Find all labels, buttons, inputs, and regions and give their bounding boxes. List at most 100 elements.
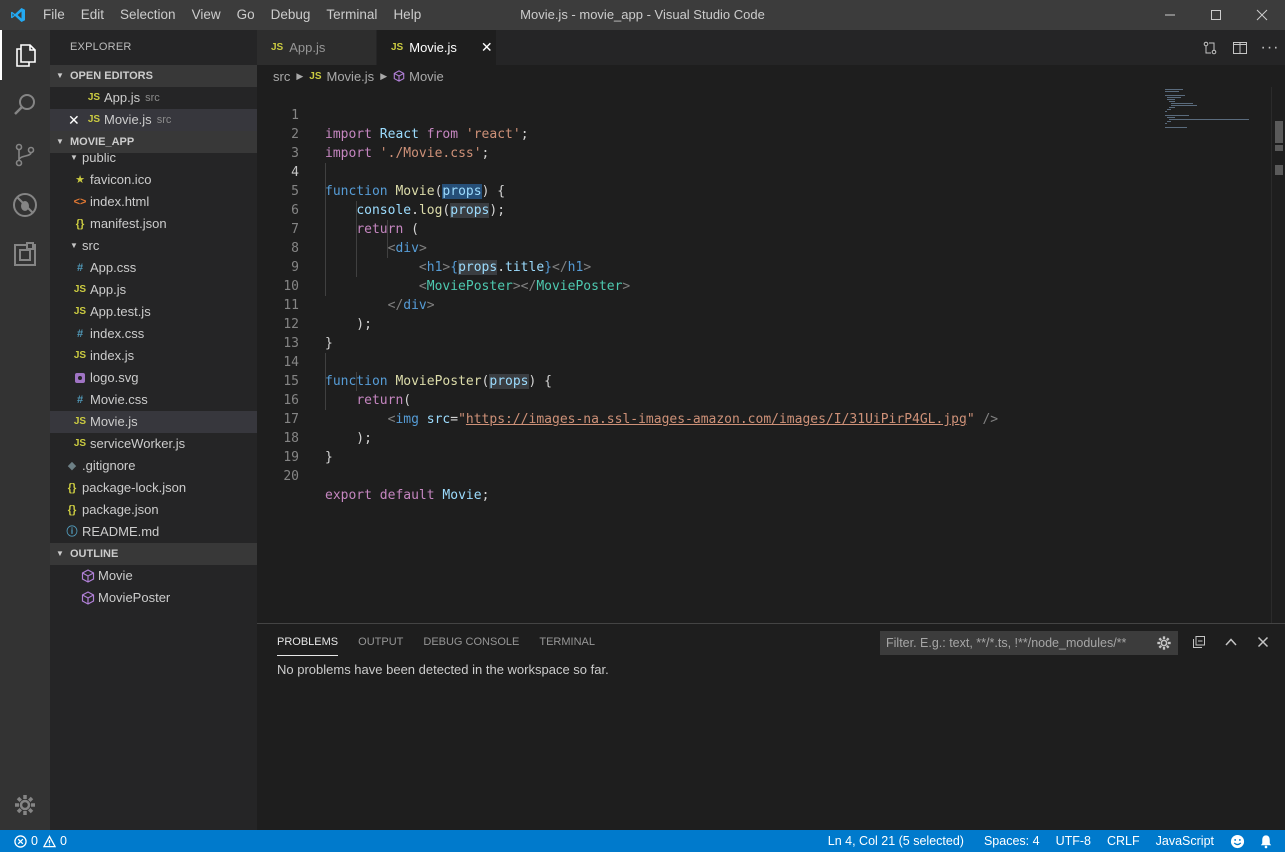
open-changes-button[interactable] (1195, 40, 1225, 56)
tree-file[interactable]: # Movie.css (50, 389, 257, 411)
tab-terminal[interactable]: TERMINAL (539, 629, 595, 655)
close-icon[interactable]: ✕ (68, 109, 86, 131)
code-line: 14 function MoviePoster(props) { (257, 334, 552, 389)
menu-edit[interactable]: Edit (73, 0, 112, 30)
tree-file[interactable]: JS index.js (50, 345, 257, 367)
json-file-icon: {} (67, 504, 77, 516)
project-header[interactable]: ▼ MOVIE_APP (50, 131, 257, 153)
tree-file[interactable]: # index.css (50, 323, 257, 345)
menu-file[interactable]: File (35, 0, 73, 30)
close-panel-button[interactable] (1247, 630, 1279, 654)
indentation[interactable]: Spaces: 4 (977, 830, 1047, 852)
tree-file[interactable]: JS serviceWorker.js (50, 433, 257, 455)
tree-file[interactable]: <> index.html (50, 191, 257, 213)
minimap[interactable] (1161, 87, 1261, 147)
section-label: MOVIE_APP (70, 136, 135, 148)
tab-app-js[interactable]: JS App.js (257, 30, 377, 65)
code-line: 4 function Movie(props) { (257, 144, 505, 199)
tree-file[interactable]: {} package-lock.json (50, 477, 257, 499)
more-actions-button[interactable]: ··· (1255, 39, 1285, 57)
tree-file[interactable]: ◆ .gitignore (50, 455, 257, 477)
tab-debug-console[interactable]: DEBUG CONSOLE (423, 629, 519, 655)
tree-file[interactable]: # App.css (50, 257, 257, 279)
code-editor[interactable]: 1 import React from 'react'; 2 import '.… (257, 87, 1285, 623)
feedback-button[interactable] (1223, 834, 1252, 849)
chevron-right-icon: ▶ (380, 70, 388, 81)
json-file-icon: {} (67, 482, 77, 494)
css-file-icon: # (76, 262, 84, 274)
extensions-icon (14, 242, 36, 266)
collapse-all-button[interactable] (1183, 630, 1215, 654)
js-file-icon: JS (73, 416, 87, 427)
problems-filter-input[interactable]: Filter. E.g.: text, **/*.ts, !**/node_mo… (880, 631, 1178, 655)
code-line: 13 (257, 315, 299, 351)
code-line: 11 ); (257, 277, 372, 332)
maximize-panel-button[interactable] (1215, 630, 1247, 654)
code-line: 20 export default Movie; (257, 448, 489, 503)
tree-folder-src[interactable]: ▼ src (50, 235, 257, 257)
breadcrumb-folder[interactable]: src (273, 69, 290, 84)
menu-go[interactable]: Go (229, 0, 263, 30)
breadcrumb-symbol[interactable]: Movie (409, 69, 444, 84)
open-editors-header[interactable]: ▼ OPEN EDITORS (50, 65, 257, 87)
menu-debug[interactable]: Debug (263, 0, 319, 30)
outline-item[interactable]: MoviePoster (50, 587, 257, 609)
end-of-line[interactable]: CRLF (1100, 830, 1147, 852)
file-name: App.css (90, 260, 137, 275)
manage-activity-button[interactable] (0, 780, 50, 830)
menu-terminal[interactable]: Terminal (318, 0, 385, 30)
cursor-position[interactable]: Ln 4, Col 21 (5 selected) (821, 830, 971, 852)
tab-problems[interactable]: PROBLEMS (277, 629, 339, 656)
menu-selection[interactable]: Selection (112, 0, 184, 30)
js-file-icon: JS (73, 438, 87, 449)
scrollbar-thumb[interactable] (1275, 121, 1283, 143)
tree-file[interactable]: {} package.json (50, 499, 257, 521)
outline-item[interactable]: Movie (50, 565, 257, 587)
explorer-activity-button[interactable] (0, 30, 50, 80)
menu-view[interactable]: View (184, 0, 229, 30)
tree-folder-public[interactable]: ▼ public (50, 153, 257, 169)
maximize-button[interactable] (1193, 0, 1239, 30)
close-tab-icon[interactable]: ✕ (481, 39, 493, 56)
debug-activity-button[interactable] (0, 180, 50, 230)
debug-icon (13, 193, 37, 217)
error-icon (14, 834, 27, 848)
code-line: 15 return( (257, 353, 411, 408)
smiley-icon (1230, 834, 1245, 848)
tab-movie-js[interactable]: JS Movie.js ✕ (377, 30, 497, 65)
git-file-icon: ◆ (67, 460, 77, 472)
file-folder: src (145, 92, 160, 104)
tab-output[interactable]: OUTPUT (358, 629, 403, 655)
chevron-down-icon: ▼ (70, 153, 78, 162)
file-name: .gitignore (82, 458, 136, 473)
open-editor-item[interactable]: ✕ JS Movie.js src (50, 109, 257, 131)
editor-scrollbar[interactable] (1271, 87, 1285, 623)
menu-help[interactable]: Help (385, 0, 429, 30)
tree-file[interactable]: logo.svg (50, 367, 257, 389)
breadcrumb-file[interactable]: Movie.js (327, 69, 375, 84)
gear-icon (1157, 636, 1171, 650)
problems-status[interactable]: 0 0 (0, 834, 67, 848)
filter-settings-button[interactable] (1156, 635, 1172, 659)
collapse-all-icon (1193, 636, 1205, 648)
notifications-button[interactable] (1252, 834, 1285, 849)
outline-header[interactable]: ▼ OUTLINE (50, 543, 257, 565)
tree-file[interactable]: JS App.js (50, 279, 257, 301)
open-editor-item[interactable]: JS App.js src (50, 87, 257, 109)
tree-file[interactable]: ⓘ README.md (50, 521, 257, 543)
js-file-icon: JS (87, 92, 101, 103)
tree-file[interactable]: {} manifest.json (50, 213, 257, 235)
tree-file[interactable]: JS Movie.js (50, 411, 257, 433)
tree-file[interactable]: ★ favicon.ico (50, 169, 257, 191)
source-control-activity-button[interactable] (0, 130, 50, 180)
encoding[interactable]: UTF-8 (1049, 830, 1098, 852)
file-name: Movie.js (104, 112, 152, 127)
minimize-button[interactable] (1147, 0, 1193, 30)
search-activity-button[interactable] (0, 80, 50, 130)
close-window-button[interactable] (1239, 0, 1285, 30)
explorer-sidebar: EXPLORER ▼ OPEN EDITORS JS App.js src ✕ … (50, 30, 257, 830)
extensions-activity-button[interactable] (0, 230, 50, 280)
language-mode[interactable]: JavaScript (1149, 830, 1221, 852)
tree-file[interactable]: JS App.test.js (50, 301, 257, 323)
split-editor-button[interactable] (1225, 40, 1255, 56)
